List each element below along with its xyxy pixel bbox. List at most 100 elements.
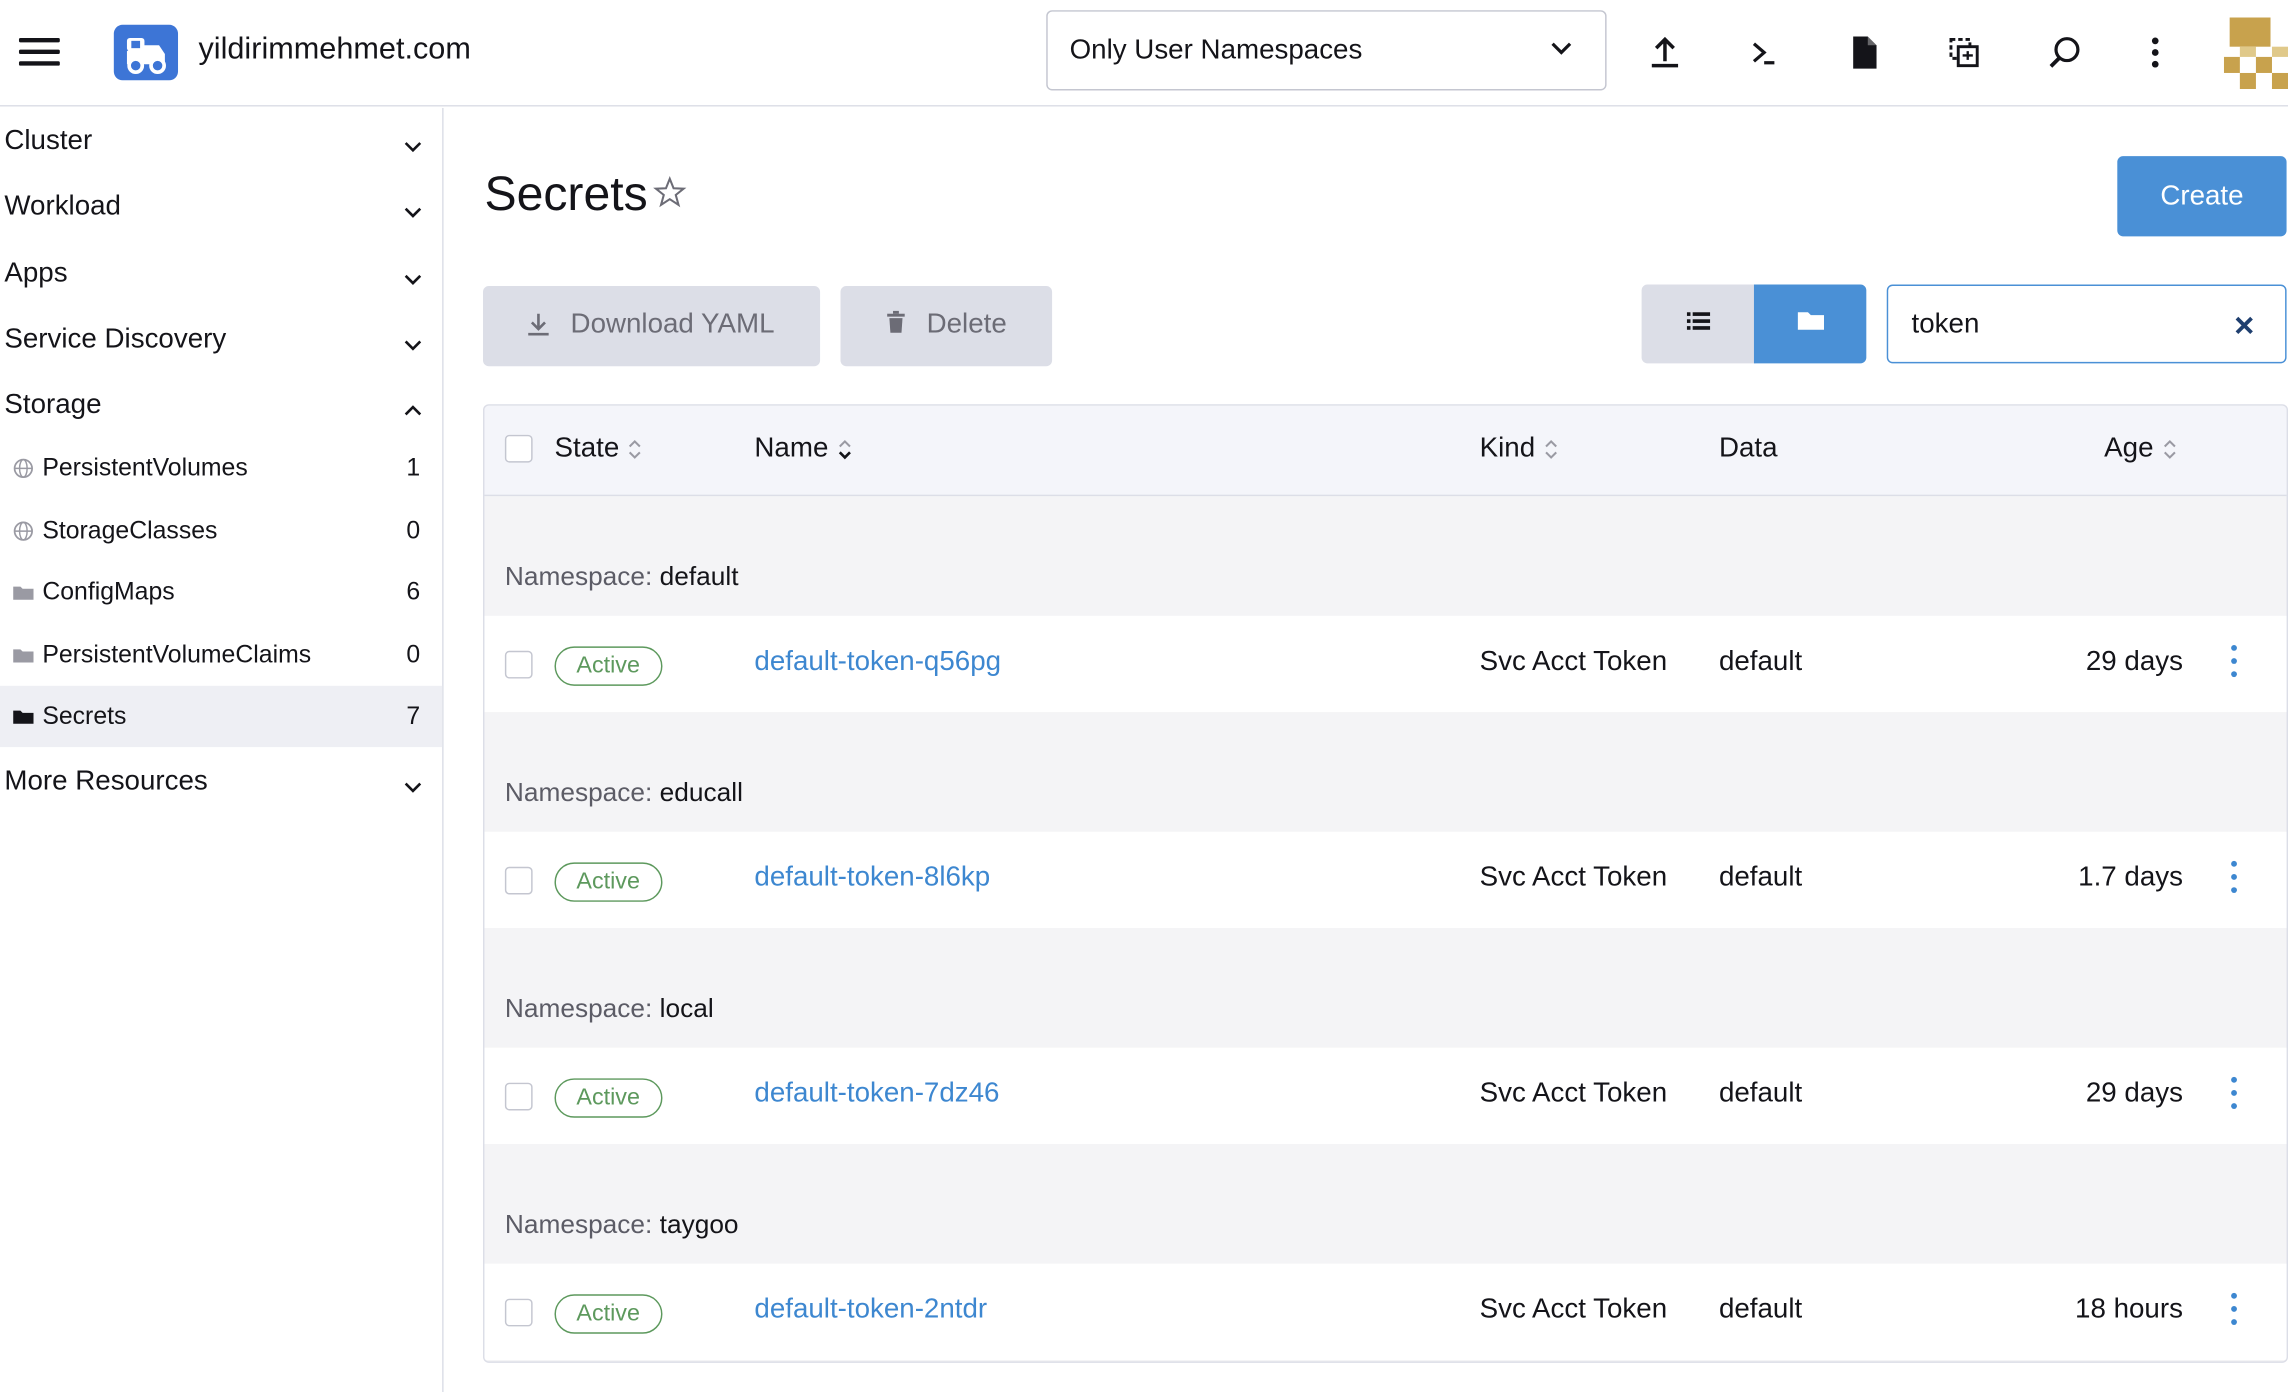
terminal-icon[interactable]: [1742, 31, 1786, 75]
secret-name-link[interactable]: default-token-q56pg: [754, 646, 1001, 678]
top-header: yildirimmehmet.com Only User Namespaces: [0, 0, 2288, 107]
secret-name-link[interactable]: default-token-7dz46: [754, 1078, 999, 1110]
column-header-label: Kind: [1479, 433, 1536, 465]
data-cell: default: [1718, 646, 1803, 678]
search-field[interactable]: [1886, 284, 2287, 364]
column-header-kind[interactable]: Kind: [1480, 433, 1559, 465]
row-checkbox[interactable]: [504, 650, 533, 679]
sidebar-item-persistentvolumes[interactable]: PersistentVolumes 1: [0, 438, 442, 499]
namespace-filter-label: Only User Namespaces: [1069, 35, 1363, 66]
namespace-filter-select[interactable]: Only User Namespaces: [1046, 10, 1607, 91]
column-header-name[interactable]: Name: [754, 433, 851, 465]
file-icon[interactable]: [1843, 31, 1887, 75]
sidebar-group-label: Service Discovery: [4, 323, 227, 355]
column-header-age[interactable]: Age: [2104, 433, 2177, 465]
copy-icon[interactable]: [1942, 31, 1986, 75]
sidebar-group-label: Workload: [4, 191, 121, 222]
namespace-group: Namespace: local Active default-token-7d…: [484, 928, 2287, 1145]
sort-down-icon: [838, 439, 851, 460]
row-checkbox[interactable]: [504, 866, 533, 895]
column-header-state[interactable]: State: [554, 433, 642, 465]
namespace-value: default: [659, 561, 739, 591]
sidebar-item-configmaps[interactable]: ConfigMaps 6: [0, 562, 442, 623]
row-actions-icon[interactable]: [2225, 1076, 2243, 1115]
close-icon[interactable]: [2233, 314, 2256, 345]
avatar[interactable]: [2223, 17, 2288, 90]
column-header-label: State: [554, 433, 620, 465]
sidebar-item-label: PersistentVolumes: [42, 453, 248, 482]
namespace-key: Namespace:: [504, 993, 653, 1023]
folder-icon: [1797, 310, 1824, 338]
age-cell: 18 hours: [2075, 1294, 2183, 1325]
sidebar-item-count: 0: [406, 640, 421, 669]
chevron-down-icon: [403, 134, 423, 160]
sidebar-item-label: PersistentVolumeClaims: [42, 640, 312, 669]
download-yaml-button[interactable]: Download YAML: [482, 286, 821, 367]
column-header-label: Age: [2104, 433, 2154, 465]
globe-icon: [13, 521, 33, 541]
sidebar-item-count: 1: [406, 453, 421, 482]
row-checkbox[interactable]: [504, 1298, 533, 1327]
data-cell: default: [1718, 1294, 1803, 1325]
secret-name-link[interactable]: default-token-2ntdr: [754, 1294, 987, 1326]
sidebar-group-more-resources[interactable]: More Resources: [0, 750, 442, 814]
cluster-name[interactable]: yildirimmehmet.com: [198, 32, 470, 67]
chevron-up-icon: [403, 398, 423, 424]
secret-name-link[interactable]: default-token-8l6kp: [754, 862, 990, 894]
status-badge: Active: [554, 1078, 662, 1118]
status-badge: Active: [554, 1294, 662, 1334]
sidebar-item-secrets[interactable]: Secrets 7: [0, 685, 443, 748]
cluster-logo-icon[interactable]: [113, 24, 179, 81]
table-header: State Name Kind Data Age: [484, 405, 2287, 497]
chevron-down-icon: [1550, 38, 1573, 64]
folder-icon: [13, 582, 34, 602]
age-cell: 1.7 days: [2078, 862, 2183, 894]
sidebar: Cluster Workload Apps Service Discovery …: [0, 107, 444, 1392]
kind-cell: Svc Acct Token: [1479, 1078, 1668, 1109]
sidebar-item-persistentvolumeclaims[interactable]: PersistentVolumeClaims 0: [0, 625, 442, 686]
search-input[interactable]: [1911, 306, 2218, 345]
sidebar-item-storageclasses[interactable]: StorageClasses 0: [0, 501, 442, 562]
sidebar-item-count: 6: [406, 577, 421, 606]
create-button[interactable]: Create: [2117, 156, 2287, 237]
status-badge: Active: [554, 646, 662, 686]
sidebar-item-count: 0: [406, 516, 421, 545]
row-actions-icon[interactable]: [2225, 860, 2243, 899]
more-vertical-icon[interactable]: [2133, 31, 2177, 75]
table-row[interactable]: Active default-token-2ntdr Svc Acct Toke…: [484, 1263, 2287, 1360]
page-title: Secrets: [484, 166, 648, 221]
chevron-down-icon: [403, 333, 423, 359]
namespace-label: Namespace: educall: [505, 778, 743, 809]
row-actions-icon[interactable]: [2225, 1292, 2243, 1331]
star-icon[interactable]: [652, 175, 687, 217]
list-view-toggle[interactable]: [1641, 284, 1756, 364]
sidebar-group-label: More Resources: [4, 766, 208, 797]
namespace-key: Namespace:: [504, 561, 653, 591]
namespace-group: Namespace: educall Active default-token-…: [484, 712, 2287, 929]
sidebar-group-storage[interactable]: Storage: [0, 374, 442, 438]
column-header-label: Data: [1718, 433, 1778, 465]
search-icon[interactable]: [2043, 31, 2087, 75]
table-row[interactable]: Active default-token-7dz46 Svc Acct Toke…: [484, 1047, 2287, 1145]
delete-button[interactable]: Delete: [840, 286, 1053, 367]
sidebar-group-cluster[interactable]: Cluster: [0, 109, 442, 173]
table-row[interactable]: Active default-token-8l6kp Svc Acct Toke…: [484, 831, 2287, 929]
group-by-namespace-toggle[interactable]: [1753, 284, 1867, 364]
sidebar-group-service-discovery[interactable]: Service Discovery: [0, 308, 442, 372]
namespace-value: local: [659, 993, 714, 1023]
select-all-checkbox[interactable]: [504, 434, 533, 463]
table-row[interactable]: Active default-token-q56pg Svc Acct Toke…: [484, 615, 2287, 713]
sidebar-group-apps[interactable]: Apps: [0, 242, 442, 306]
sidebar-group-workload[interactable]: Workload: [0, 175, 442, 239]
menu-icon[interactable]: [18, 37, 60, 67]
sort-icon: [1545, 439, 1558, 459]
sidebar-item-label: Secrets: [42, 701, 127, 730]
trash-icon: [886, 310, 906, 343]
row-checkbox[interactable]: [504, 1082, 533, 1111]
sidebar-item-label: StorageClasses: [42, 516, 218, 545]
folder-icon: [13, 645, 34, 665]
row-actions-icon[interactable]: [2225, 644, 2243, 683]
upload-icon[interactable]: [1643, 31, 1687, 75]
sidebar-group-label: Storage: [4, 389, 102, 421]
namespace-label: Namespace: taygoo: [505, 1210, 739, 1241]
